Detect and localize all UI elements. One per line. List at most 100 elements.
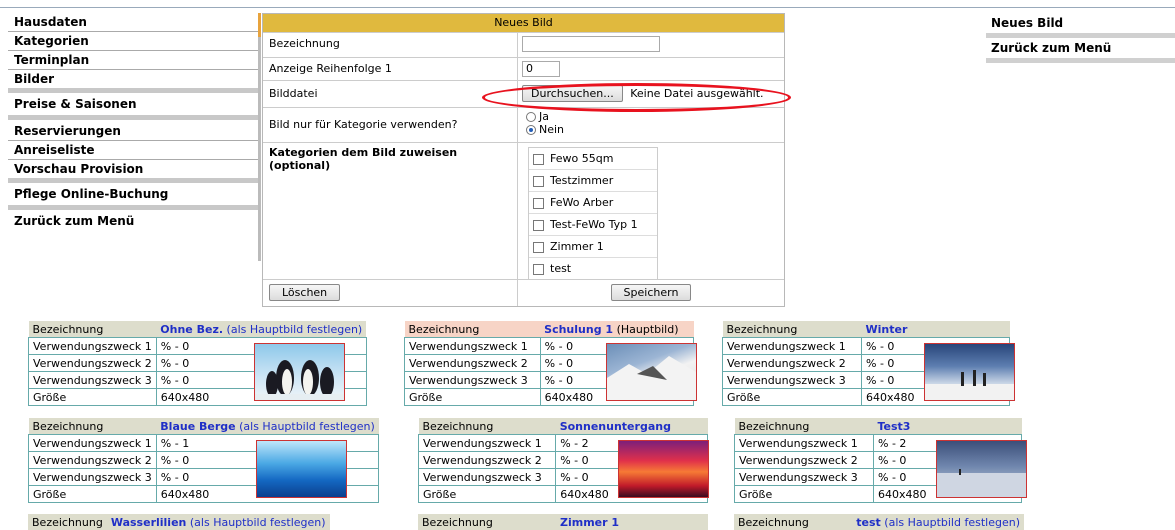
checkbox[interactable] (533, 175, 544, 187)
set-main-image-link[interactable]: (als Hauptbild festlegen) (190, 516, 326, 529)
save-button[interactable]: Speichern (610, 284, 692, 301)
radio-nein[interactable] (526, 125, 536, 135)
field-label: Verwendungszweck 2 (28, 451, 157, 469)
snow-field-thumbnail[interactable] (936, 440, 1027, 498)
highlight-oval (482, 83, 791, 112)
kategorie-option[interactable]: Zimmer 1 (529, 236, 657, 258)
kategorie-label: test (550, 262, 572, 275)
field-label: Verwendungszweck 1 (417, 434, 557, 452)
kategorien-label: Kategorien dem Bild zuweisen (optional) (263, 143, 518, 279)
field-label: Verwendungszweck 3 (417, 468, 557, 486)
bilddatei-label: Bilddatei (263, 81, 518, 107)
kategorie-label: Testzimmer (550, 174, 614, 187)
field-label: Bezeichnung (404, 321, 541, 338)
checkbox[interactable] (533, 219, 544, 231)
image-name: Winter (865, 322, 908, 336)
blue-hills-thumbnail[interactable] (256, 440, 347, 498)
menu-item-vorschau-provision[interactable]: Vorschau Provision (8, 160, 261, 183)
reihenfolge-label: Anzeige Reihenfolge 1 (263, 58, 518, 80)
kategorie-option[interactable]: Test-FeWo Typ 1 (529, 214, 657, 236)
kategorie-option[interactable]: FeWo Arber (529, 192, 657, 214)
kategorien-list: Fewo 55qm Testzimmer FeWo Arber Test-FeW… (528, 147, 658, 280)
image-name: test (856, 515, 881, 529)
image-card: Bezeichnung Blaue Berge (als Hauptbild fe… (28, 418, 380, 503)
field-label: Größe (734, 485, 874, 503)
checkbox[interactable] (533, 153, 544, 165)
menu-accent (258, 13, 261, 37)
menu-item-pflege-online-buchung[interactable]: Pflege Online-Buchung (8, 183, 261, 210)
image-name: Wasserlilien (110, 515, 187, 529)
kategorie-option[interactable]: Fewo 55qm (529, 148, 657, 170)
menu-item-reservierungen[interactable]: Reservierungen (8, 120, 261, 141)
kategorie-only-label: Bild nur für Kategorie verwenden? (263, 108, 518, 142)
right-menu: Neues Bild Zurück zum Menü (986, 13, 1175, 63)
field-label: Bezeichnung (28, 514, 107, 530)
field-label: Verwendungszweck 3 (28, 371, 157, 389)
field-label: Bezeichnung (734, 418, 874, 435)
image-card: Bezeichnung test (als Hauptbild festlegen… (734, 514, 1024, 530)
menu-item-terminplan[interactable]: Terminplan (8, 51, 261, 70)
new-image-form: Neues Bild Bezeichnung Anzeige Reihenfol… (262, 13, 785, 307)
image-name: Sonnenuntergang (559, 419, 671, 433)
kategorie-label: Zimmer 1 (550, 240, 604, 253)
radio-ja-label: Ja (539, 110, 549, 123)
image-card: Bezeichnung Test3 Verwendungszweck 1% - 2… (734, 418, 1027, 503)
checkbox[interactable] (533, 263, 544, 275)
menu-item-anreiseliste[interactable]: Anreiseliste (8, 141, 261, 160)
field-label: Größe (28, 388, 157, 406)
kategorie-option[interactable]: Testzimmer (529, 170, 657, 192)
image-name: Zimmer 1 (560, 515, 620, 529)
field-label: Größe (404, 388, 541, 406)
winter-hikers-thumbnail[interactable] (924, 343, 1015, 401)
image-name: Blaue Berge (160, 419, 236, 433)
field-label: Verwendungszweck 3 (722, 371, 862, 389)
image-name: Test3 (877, 419, 911, 433)
kategorie-label: Fewo 55qm (550, 152, 614, 165)
delete-button[interactable]: Löschen (269, 284, 341, 301)
field-label: Bezeichnung (418, 418, 556, 435)
set-main-image-link[interactable]: (als Hauptbild festlegen) (239, 420, 375, 433)
field-label: Größe (722, 388, 862, 406)
checkbox[interactable] (533, 197, 544, 209)
snow-mountain-thumbnail[interactable] (606, 343, 697, 401)
menu-item-hausdaten[interactable]: Hausdaten (8, 13, 261, 32)
field-label: Verwendungszweck 1 (28, 434, 157, 452)
sunset-thumbnail[interactable] (618, 440, 709, 498)
kategorie-option[interactable]: test (529, 258, 657, 279)
field-label: Bezeichnung (418, 514, 556, 530)
radio-ja[interactable] (526, 112, 536, 122)
image-card: Bezeichnung Ohne Bez. (als Hauptbild fest… (28, 321, 367, 406)
bezeichnung-input[interactable] (522, 36, 660, 52)
left-menu: Hausdaten Kategorien Terminplan Bilder P… (8, 13, 261, 261)
menu-item-bilder[interactable]: Bilder (8, 70, 261, 93)
field-label: Verwendungszweck 2 (28, 354, 157, 372)
right-menu-zurueck[interactable]: Zurück zum Menü (986, 38, 1175, 63)
field-label: Bezeichnung (734, 514, 853, 530)
menu-item-zurueck[interactable]: Zurück zum Menü (8, 210, 261, 232)
form-title: Neues Bild (263, 14, 784, 32)
image-name: Schulung 1 (544, 322, 614, 336)
reihenfolge-input[interactable]: 0 (522, 61, 560, 77)
field-label: Bezeichnung (28, 418, 157, 435)
penguins-thumbnail[interactable] (254, 343, 345, 401)
menu-item-kategorien[interactable]: Kategorien (8, 32, 261, 51)
set-main-image-link[interactable]: (als Hauptbild festlegen) (227, 323, 363, 336)
image-card: Bezeichnung Wasserlilien (als Hauptbild f… (28, 514, 330, 530)
field-label: Größe (28, 485, 157, 503)
right-menu-neues-bild[interactable]: Neues Bild (986, 13, 1175, 38)
field-label: Verwendungszweck 1 (404, 337, 541, 355)
main-image-note: (Hauptbild) (616, 322, 679, 336)
image-card: Bezeichnung Schulung 1 (Hauptbild) Verwen… (404, 321, 697, 406)
kategorie-label: Test-FeWo Typ 1 (550, 218, 638, 231)
field-label: Verwendungszweck 2 (722, 354, 862, 372)
bezeichnung-label: Bezeichnung (263, 33, 518, 57)
field-label: Bezeichnung (28, 321, 157, 338)
field-label: Verwendungszweck 3 (28, 468, 157, 486)
image-name: Ohne Bez. (160, 322, 224, 336)
field-label: Bezeichnung (722, 321, 862, 338)
menu-edge (258, 13, 261, 261)
set-main-image-link[interactable]: (als Hauptbild festlegen) (884, 516, 1020, 529)
checkbox[interactable] (533, 241, 544, 253)
menu-item-preise[interactable]: Preise & Saisonen (8, 93, 261, 120)
field-label: Verwendungszweck 1 (28, 337, 157, 355)
